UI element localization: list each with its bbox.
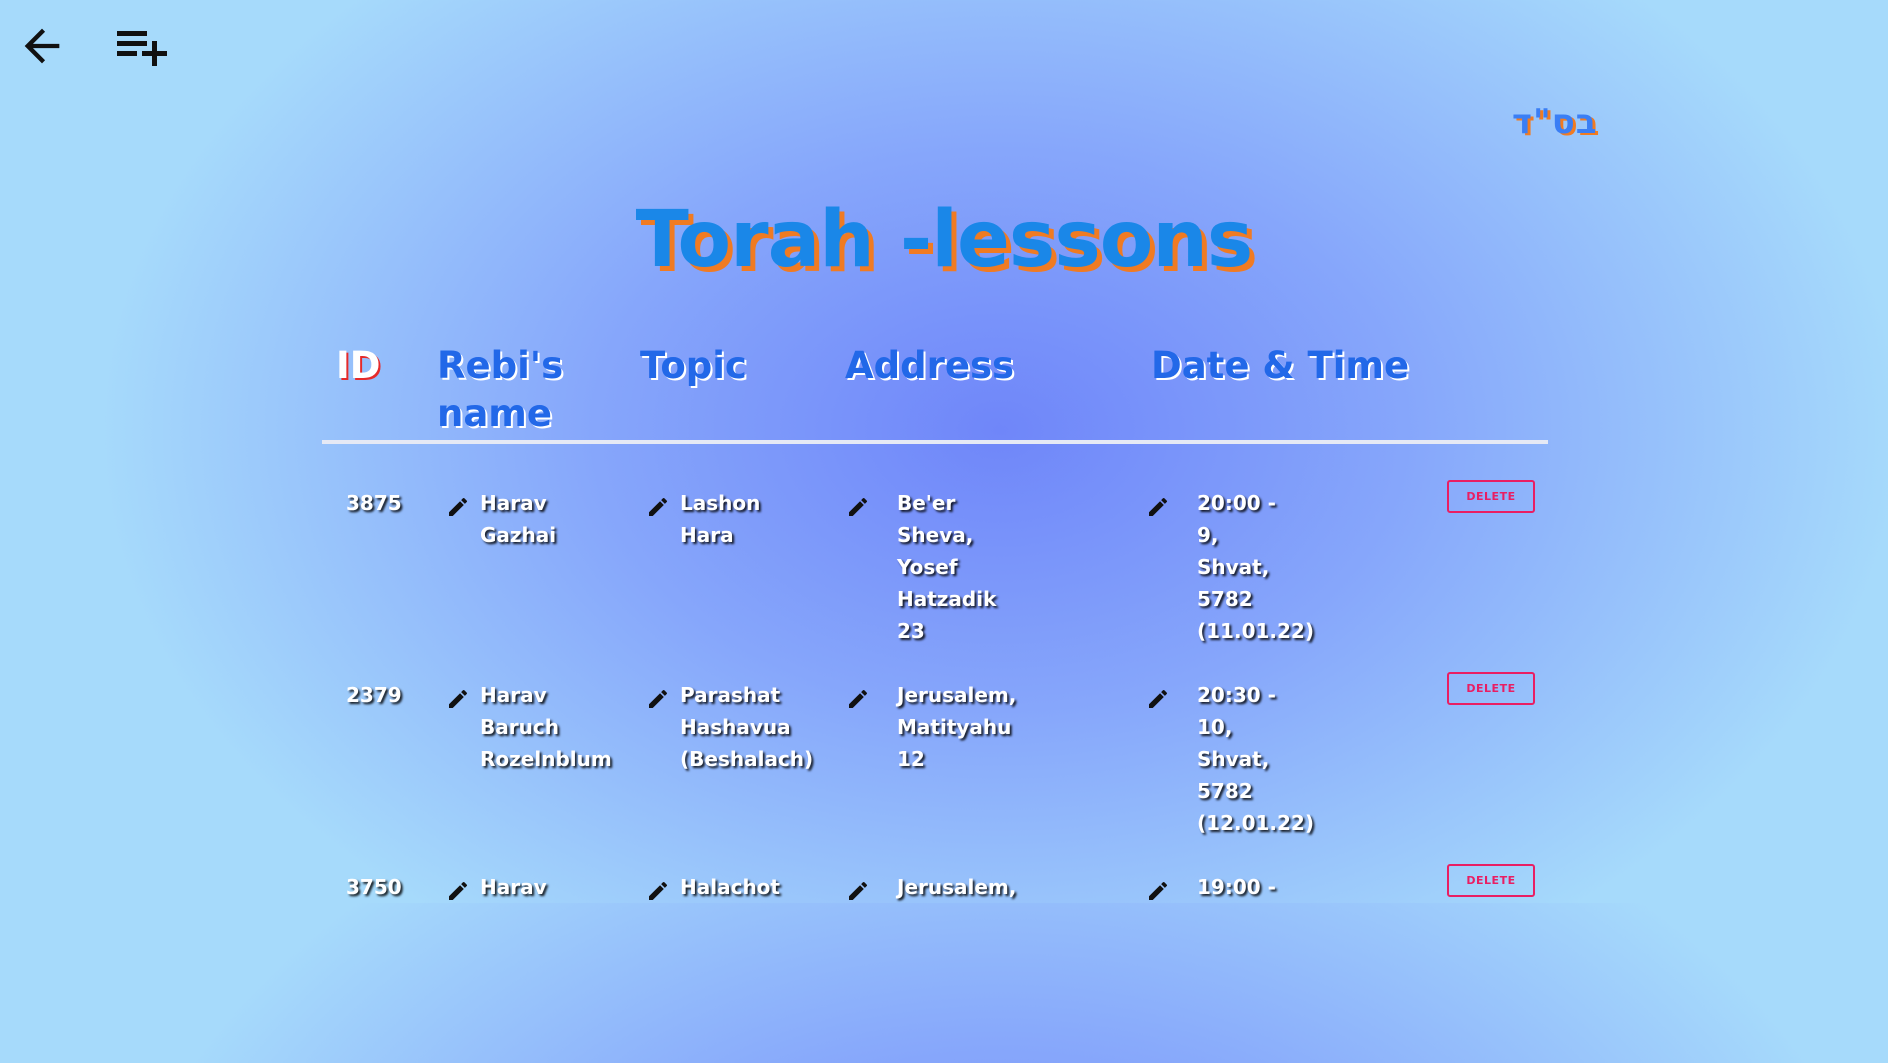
- lesson-topic: Halachot: [680, 875, 780, 899]
- pencil-icon[interactable]: [646, 495, 670, 519]
- delete-button[interactable]: DELETE: [1447, 480, 1535, 513]
- column-header-topic: Topic: [640, 344, 747, 387]
- lesson-address: Jerusalem, Matityahu 12: [897, 683, 1017, 771]
- pencil-icon[interactable]: [846, 495, 870, 519]
- lessons-table: ID Rebi's name Topic Address Date & Time…: [322, 340, 1548, 900]
- lesson-topic: Lashon Hara: [680, 491, 761, 547]
- playlist-add-icon[interactable]: [112, 16, 172, 76]
- pencil-icon[interactable]: [1146, 879, 1170, 903]
- lesson-id: 2379: [346, 683, 402, 707]
- page-title: Torah -lessons: [635, 195, 1254, 285]
- table-row: 3750 Harav Halachot Jerusalem, 19:00 - D…: [322, 864, 1548, 1063]
- lesson-address: Be'er Sheva, Yosef Hatzadik 23: [897, 491, 997, 643]
- rebi-name: Harav Baruch Rozelnblum: [480, 683, 612, 771]
- delete-button[interactable]: DELETE: [1447, 672, 1535, 705]
- rebi-name: Harav Gazhai: [480, 491, 557, 547]
- lesson-id: 3750: [346, 875, 402, 899]
- table-header: ID Rebi's name Topic Address Date & Time: [322, 340, 1548, 444]
- table-row: 3875 Harav Gazhai Lashon Hara Be'er Shev…: [322, 480, 1548, 679]
- pencil-icon[interactable]: [846, 879, 870, 903]
- bsd-heading: בס"ד: [1512, 102, 1598, 142]
- pencil-icon[interactable]: [1146, 687, 1170, 711]
- pencil-icon[interactable]: [646, 687, 670, 711]
- column-header-id: ID: [336, 344, 381, 387]
- pencil-icon[interactable]: [1146, 495, 1170, 519]
- lesson-address: Jerusalem,: [897, 875, 1017, 899]
- column-header-address: Address: [845, 344, 1014, 387]
- column-header-rebi-name: Rebi's name: [437, 344, 564, 435]
- delete-button[interactable]: DELETE: [1447, 864, 1535, 897]
- lesson-date-time: 20:00 - 9, Shvat, 5782 (11.01.22): [1197, 491, 1314, 643]
- pencil-icon[interactable]: [446, 687, 470, 711]
- pencil-icon[interactable]: [446, 879, 470, 903]
- lesson-id: 3875: [346, 491, 402, 515]
- arrow-left-icon[interactable]: [16, 20, 68, 72]
- rebi-name: Harav: [480, 875, 547, 899]
- lesson-date-time: 20:30 - 10, Shvat, 5782 (12.01.22): [1197, 683, 1314, 835]
- pencil-icon[interactable]: [446, 495, 470, 519]
- column-header-date-time: Date & Time: [1151, 344, 1410, 387]
- lesson-date-time: 19:00 -: [1197, 875, 1276, 899]
- pencil-icon[interactable]: [846, 687, 870, 711]
- table-row: 2379 Harav Baruch Rozelnblum Parashat Ha…: [322, 672, 1548, 871]
- top-toolbar: [16, 16, 172, 76]
- pencil-icon[interactable]: [646, 879, 670, 903]
- lesson-topic: Parashat Hashavua (Beshalach): [680, 683, 814, 771]
